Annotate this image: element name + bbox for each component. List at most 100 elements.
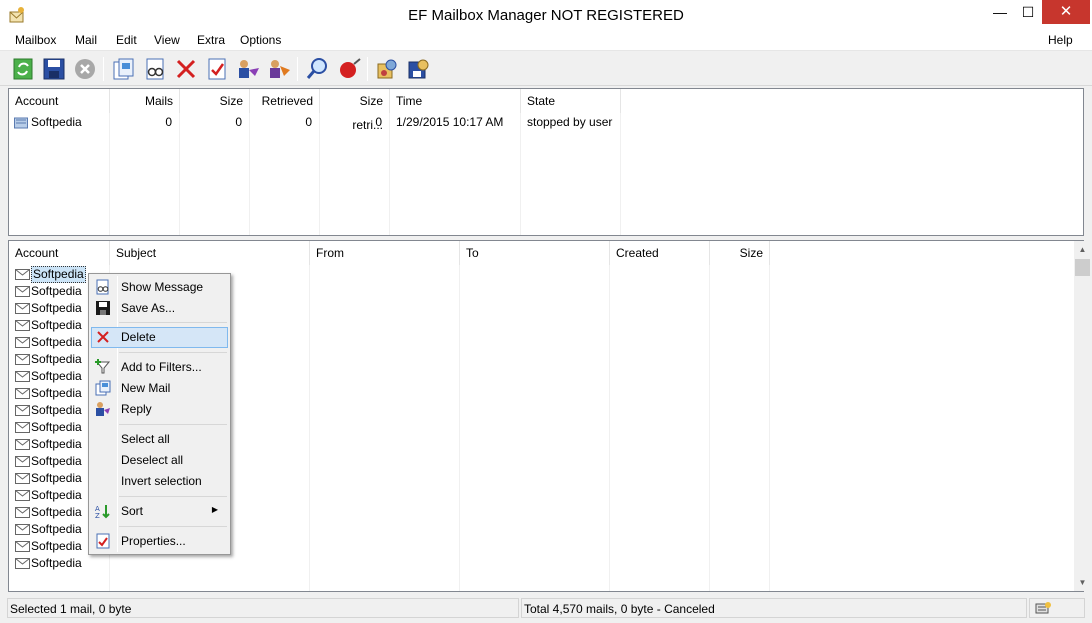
toolbar-separator xyxy=(367,57,368,81)
menu-sort[interactable]: A Z Sort ▶ xyxy=(91,501,228,522)
scroll-thumb[interactable] xyxy=(1075,259,1090,276)
account-size-retrieved: 0 xyxy=(375,115,382,129)
menu-label: Reply xyxy=(121,402,152,416)
new-mail-icon[interactable] xyxy=(110,56,136,82)
accounts-icon[interactable] xyxy=(405,56,431,82)
maximize-button[interactable]: ☐ xyxy=(1014,0,1042,24)
header-subject[interactable]: Subject xyxy=(110,241,310,265)
mail-envelope-icon xyxy=(15,405,30,416)
mail-envelope-icon xyxy=(15,286,30,297)
header-account[interactable]: Account xyxy=(9,89,110,113)
mail-envelope-icon xyxy=(15,303,30,314)
header-created[interactable]: Created xyxy=(610,241,710,265)
menu-reply[interactable]: Reply xyxy=(91,399,228,420)
mail-account-cell: Softpedia xyxy=(31,369,82,383)
mail-account-cell: Softpedia xyxy=(31,266,86,283)
properties-icon[interactable] xyxy=(204,56,230,82)
mail-account-cell: Softpedia xyxy=(31,505,82,519)
column-divider xyxy=(459,265,460,591)
menu-separator xyxy=(119,424,227,425)
filter-icon[interactable] xyxy=(336,56,362,82)
stop-icon[interactable] xyxy=(72,56,98,82)
mail-envelope-icon xyxy=(15,337,30,348)
refresh-icon[interactable] xyxy=(10,56,36,82)
search-icon[interactable] xyxy=(305,56,331,82)
account-state: stopped by user xyxy=(527,115,613,129)
menu-label: Delete xyxy=(121,330,156,344)
header-state[interactable]: State xyxy=(521,89,621,113)
header-mails[interactable]: Mails xyxy=(110,89,180,113)
connection-icon[interactable] xyxy=(1034,601,1052,616)
menu-view[interactable]: View xyxy=(154,33,180,47)
mail-envelope-icon xyxy=(15,541,30,552)
header-size[interactable]: Size xyxy=(180,89,250,113)
svg-text:Z: Z xyxy=(95,512,100,519)
column-divider xyxy=(769,265,770,591)
menu-options[interactable]: Options xyxy=(240,33,281,47)
mail-list-scrollbar[interactable]: ▲ ▼ xyxy=(1074,241,1091,591)
status-icon-cell xyxy=(1029,598,1085,618)
menu-separator xyxy=(119,496,227,497)
mail-envelope-icon xyxy=(15,422,30,433)
forward-icon[interactable] xyxy=(266,56,292,82)
mail-envelope-icon xyxy=(15,490,30,501)
menu-new-mail[interactable]: New Mail xyxy=(91,378,228,399)
menu-label: Show Message xyxy=(121,280,204,294)
menu-separator xyxy=(119,526,227,527)
mail-account-cell: Softpedia xyxy=(31,301,82,315)
save-icon[interactable] xyxy=(41,56,67,82)
menu-add-to-filters[interactable]: Add to Filters... xyxy=(91,357,228,378)
menu-help[interactable]: Help xyxy=(1048,33,1073,47)
properties-icon xyxy=(96,533,110,549)
mail-envelope-icon xyxy=(15,269,30,280)
toolbar-separator xyxy=(103,57,104,81)
menu-edit[interactable]: Edit xyxy=(116,33,137,47)
new-mail-icon xyxy=(95,380,111,396)
delete-icon xyxy=(97,331,109,343)
accounts-list[interactable]: Account Mails Size Retrieved Size retri.… xyxy=(8,88,1084,236)
reply-icon[interactable] xyxy=(235,56,261,82)
menu-save-as[interactable]: Save As... xyxy=(91,298,228,319)
save-icon xyxy=(96,301,110,315)
context-menu: Show Message Save As... Delete Add to Fi… xyxy=(88,273,231,555)
column-divider xyxy=(520,113,521,235)
menu-select-all[interactable]: Select all xyxy=(91,429,228,450)
header-size-retrieved[interactable]: Size retri... xyxy=(320,89,390,132)
header-from[interactable]: From xyxy=(310,241,460,265)
close-button[interactable]: ✕ xyxy=(1042,0,1090,24)
header-mail-account[interactable]: Account xyxy=(9,241,110,265)
menu-delete[interactable]: Delete xyxy=(91,327,228,348)
show-message-icon xyxy=(96,279,109,295)
menu-label: Deselect all xyxy=(121,453,184,467)
menu-mailbox[interactable]: Mailbox xyxy=(15,33,56,47)
minimize-button[interactable]: — xyxy=(986,0,1014,24)
menu-properties[interactable]: Properties... xyxy=(91,531,228,552)
account-name: Softpedia xyxy=(31,115,82,129)
header-mail-size[interactable]: Size xyxy=(710,241,770,265)
header-to[interactable]: To xyxy=(460,241,610,265)
menu-deselect-all[interactable]: Deselect all xyxy=(91,450,228,471)
header-retrieved[interactable]: Retrieved xyxy=(250,89,320,113)
menu-label: Properties... xyxy=(121,534,186,548)
menu-extra[interactable]: Extra xyxy=(197,33,225,47)
menu-show-message[interactable]: Show Message xyxy=(91,277,228,298)
sort-icon: A Z xyxy=(95,505,110,519)
show-message-icon[interactable] xyxy=(142,56,168,82)
delete-icon[interactable] xyxy=(173,56,199,82)
menu-label: Sort xyxy=(121,504,144,518)
scroll-down-button[interactable]: ▼ xyxy=(1074,574,1091,591)
column-divider xyxy=(389,113,390,235)
mail-envelope-icon xyxy=(15,371,30,382)
header-time[interactable]: Time xyxy=(390,89,521,113)
menu-separator xyxy=(119,352,227,353)
mail-account-cell: Softpedia xyxy=(31,539,82,553)
mail-envelope-icon xyxy=(15,456,30,467)
title-bar: EF Mailbox Manager NOT REGISTERED — ☐ ✕ xyxy=(0,0,1092,32)
column-divider xyxy=(249,113,250,235)
settings-icon[interactable] xyxy=(374,56,400,82)
column-divider xyxy=(609,265,610,591)
toolbar xyxy=(0,52,1092,86)
menu-invert-selection[interactable]: Invert selection xyxy=(91,471,228,492)
menu-mail[interactable]: Mail xyxy=(75,33,97,47)
scroll-up-button[interactable]: ▲ xyxy=(1074,241,1091,258)
